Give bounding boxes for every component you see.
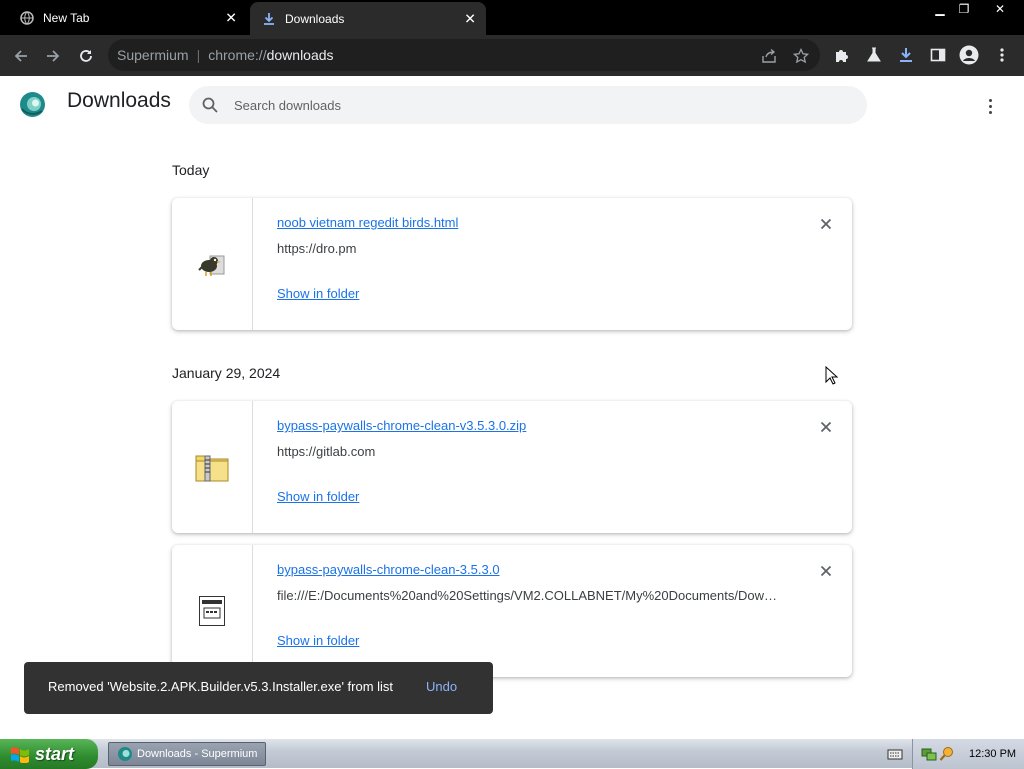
reload-button[interactable] <box>74 44 98 68</box>
system-tray: 12:30 PM <box>912 739 1024 769</box>
download-item: noob vietnam regedit birds.html https://… <box>172 198 852 330</box>
tab-downloads[interactable]: Downloads ✕ <box>250 2 486 35</box>
supermium-icon <box>118 747 132 761</box>
undo-button[interactable]: Undo <box>426 679 457 694</box>
windows-flag-icon <box>11 747 29 763</box>
file-name-link[interactable]: bypass-paywalls-chrome-clean-v3.5.3.0.zi… <box>277 418 526 433</box>
back-button[interactable] <box>9 44 33 68</box>
removed-toast: Removed 'Website.2.APK.Builder.v5.3.Inst… <box>24 662 493 714</box>
mouse-cursor-icon <box>825 366 839 385</box>
download-item: bypass-paywalls-chrome-clean-3.5.3.0 fil… <box>172 545 852 677</box>
network-icon[interactable] <box>921 746 937 762</box>
show-in-folder-link[interactable]: Show in folder <box>277 286 359 301</box>
page-title: Downloads <box>67 89 171 112</box>
exe-file-icon <box>199 596 225 626</box>
remove-from-list-icon[interactable] <box>818 563 834 579</box>
remove-from-list-icon[interactable] <box>818 216 834 232</box>
url-path: downloads <box>266 47 334 63</box>
download-icon <box>262 12 276 26</box>
taskbar-item-downloads[interactable]: Downloads - Supermium <box>108 742 266 766</box>
address-bar[interactable]: Supermium | chrome://downloads <box>108 39 820 71</box>
restore-icon[interactable]: ❐ <box>952 0 976 18</box>
tab-new-tab[interactable]: New Tab ✕ <box>0 0 247 35</box>
magnifier-icon[interactable] <box>939 746 955 762</box>
download-item: bypass-paywalls-chrome-clean-v3.5.3.0.zi… <box>172 401 852 533</box>
profile-avatar-icon[interactable] <box>959 45 979 65</box>
omnibox-separator: | <box>196 47 201 63</box>
toast-message: Removed 'Website.2.APK.Builder.v5.3.Inst… <box>48 679 394 694</box>
close-tab-icon[interactable]: ✕ <box>464 10 476 27</box>
share-icon[interactable] <box>760 47 778 65</box>
start-button[interactable]: start <box>0 739 98 769</box>
file-source-url: https://gitlab.com <box>277 444 376 459</box>
more-actions-menu-icon[interactable] <box>980 96 1000 116</box>
window-controls: ▁ ❐ ✕ <box>928 0 1024 18</box>
downloads-toolbar-icon[interactable] <box>896 45 916 65</box>
extensions-icon[interactable] <box>832 45 852 65</box>
forward-button[interactable] <box>41 44 65 68</box>
bird-html-icon <box>198 255 225 276</box>
windows-taskbar: start Downloads - Supermium 12:30 PM <box>0 738 1024 769</box>
keyboard-icon[interactable] <box>887 746 903 762</box>
browser-menu-icon[interactable] <box>992 45 1012 65</box>
reload-icon <box>80 50 92 62</box>
clock: 12:30 PM <box>969 748 1017 760</box>
remove-from-list-icon[interactable] <box>818 419 834 435</box>
tab-strip: New Tab ✕ Downloads ✕ ▁ ❐ ✕ <box>0 0 1024 35</box>
tab-label: Downloads <box>285 11 345 26</box>
side-panel-icon[interactable] <box>928 45 948 65</box>
file-name-link[interactable]: noob vietnam regedit birds.html <box>277 215 458 230</box>
globe-icon <box>20 10 34 25</box>
file-source-url: file:///E:/Documents%20and%20Settings/VM… <box>277 588 777 603</box>
downloads-header: Downloads <box>0 77 1024 133</box>
site-label: Supermium <box>117 47 189 63</box>
zip-folder-icon <box>195 455 229 482</box>
browser-toolbar: Supermium | chrome://downloads <box>0 35 1024 76</box>
search-downloads-box[interactable] <box>189 86 867 124</box>
file-name-link[interactable]: bypass-paywalls-chrome-clean-3.5.3.0 <box>277 562 500 577</box>
close-window-icon[interactable]: ✕ <box>976 0 1024 18</box>
start-label: start <box>35 743 75 764</box>
show-in-folder-link[interactable]: Show in folder <box>277 633 359 648</box>
taskbar-item-label: Downloads - Supermium <box>137 748 258 760</box>
file-source-url: https://dro.pm <box>277 241 357 256</box>
show-in-folder-link[interactable]: Show in folder <box>277 489 359 504</box>
search-input[interactable] <box>234 86 834 124</box>
labs-flask-icon[interactable] <box>864 45 884 65</box>
minimize-icon[interactable]: ▁ <box>928 0 952 18</box>
date-header-today: Today <box>172 162 210 178</box>
url-scheme: chrome:// <box>208 47 267 63</box>
supermium-logo-icon <box>19 91 46 118</box>
date-header-january-29-2024: January 29, 2024 <box>172 365 281 381</box>
arrow-right-icon <box>47 50 60 62</box>
bookmark-star-icon[interactable] <box>792 47 810 65</box>
tab-label: New Tab <box>43 10 90 25</box>
search-icon <box>202 97 218 113</box>
arrow-left-icon <box>14 50 27 62</box>
close-tab-icon[interactable]: ✕ <box>225 9 237 26</box>
